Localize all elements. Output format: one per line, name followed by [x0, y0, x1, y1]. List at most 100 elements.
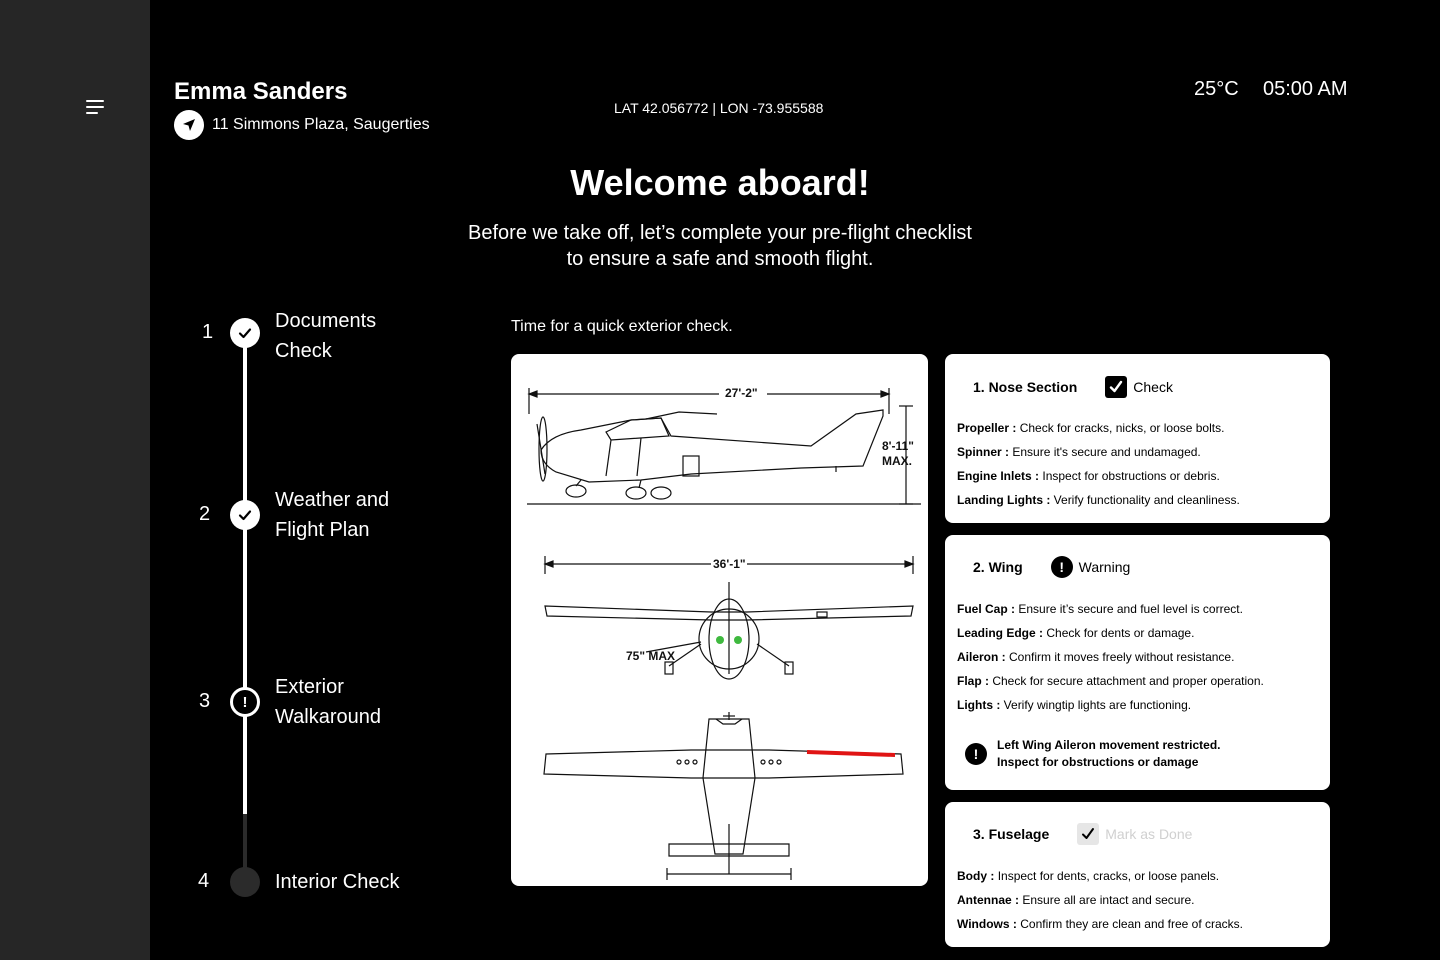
step-2-check-icon[interactable]: [230, 500, 260, 530]
status-label: Check: [1133, 379, 1173, 395]
list-item: Body : Inspect for dents, cracks, or loo…: [957, 864, 1243, 888]
item-label: Leading Edge :: [957, 626, 1044, 640]
step-number-3: 3: [199, 690, 211, 712]
wing-section-card: 2. Wing ! Warning Fuel Cap : Ensure it’s…: [945, 535, 1330, 790]
aircraft-drawing: 27'-2" 8'-11" MAX. 36'-1" 75" MAX: [527, 386, 921, 880]
time-readout: 05:00 AM: [1263, 78, 1348, 100]
item-label: Engine Inlets :: [957, 469, 1040, 483]
item-label: Propeller :: [957, 421, 1017, 435]
item-label: Lights :: [957, 698, 1001, 712]
diagram-prop-label: 75" MAX: [626, 649, 675, 663]
list-item: Engine Inlets : Inspect for obstructions…: [957, 464, 1240, 488]
nose-section-card: 1. Nose Section Check Propeller : Check …: [945, 354, 1330, 523]
item-text: Check for secure attachment and proper o…: [992, 674, 1264, 688]
temperature-readout: 25°C: [1194, 78, 1239, 100]
section-title: 3. Fuselage: [973, 826, 1050, 842]
checkbox-unchecked-icon[interactable]: [1077, 823, 1100, 845]
step-4-pending-circle[interactable]: [230, 867, 260, 897]
item-text: Check for dents or damage.: [1046, 626, 1195, 640]
item-text: Confirm they are clean and free of crack…: [1020, 917, 1244, 931]
item-text: Confirm it moves freely without resistan…: [1009, 650, 1235, 664]
nose-section-items: Propeller : Check for cracks, nicks, or …: [957, 416, 1240, 512]
item-text: Verify functionality and cleanliness.: [1053, 493, 1240, 507]
item-label: Spinner :: [957, 445, 1010, 459]
step-2-label-line-2: Flight Plan: [275, 519, 370, 541]
sidebar: [0, 0, 150, 960]
alert-warning-icon: !: [965, 743, 987, 765]
status-label: Warning: [1078, 559, 1131, 575]
step-label-weather[interactable]: Weather and Flight Plan: [275, 485, 389, 545]
list-item: Windows : Confirm they are clean and fre…: [957, 912, 1243, 936]
fuselage-section-header: 3. Fuselage Mark as Done: [973, 823, 1192, 845]
step-label-exterior[interactable]: Exterior Walkaround: [275, 672, 381, 732]
list-item: Landing Lights : Verify functionality an…: [957, 488, 1240, 512]
item-text: Inspect for obstructions or debris.: [1042, 469, 1220, 483]
list-item: Aileron : Confirm it moves freely withou…: [957, 645, 1264, 669]
section-title: 2. Wing: [973, 559, 1023, 575]
list-item: Propeller : Check for cracks, nicks, or …: [957, 416, 1240, 440]
wing-section-header: 2. Wing ! Warning: [973, 556, 1130, 578]
fuel-indicator-left: [716, 636, 724, 644]
fuselage-section-card: 3. Fuselage Mark as Done Body : Inspect …: [945, 802, 1330, 947]
step-3-warning-icon[interactable]: !: [230, 687, 260, 717]
alert-line-1: Left Wing Aileron movement restricted.: [997, 738, 1221, 752]
diagram-span-label: 36'-1": [713, 557, 746, 571]
step-label-interior[interactable]: Interior Check: [275, 867, 400, 897]
item-label: Body :: [957, 869, 995, 883]
user-name: Emma Sanders: [174, 78, 348, 105]
item-label: Windows :: [957, 917, 1017, 931]
alert-message: Left Wing Aileron movement restricted. I…: [997, 737, 1220, 771]
diagram-height-label: 8'-11": [882, 439, 914, 453]
step-2-label-line-1: Weather and: [275, 489, 390, 511]
wing-section-status[interactable]: ! Warning: [1050, 556, 1131, 578]
item-text: Ensure it’s secure and fuel level is cor…: [1018, 602, 1243, 616]
step-1-label-line-1: Documents: [275, 310, 377, 332]
fuselage-section-items: Body : Inspect for dents, cracks, or loo…: [957, 864, 1243, 936]
nose-section-header: 1. Nose Section Check: [973, 376, 1173, 398]
checkbox-checked-icon[interactable]: [1105, 376, 1128, 398]
mark-as-done-button[interactable]: Mark as Done: [1077, 823, 1192, 845]
item-text: Ensure all are intact and secure.: [1022, 893, 1195, 907]
location-row: 11 Simmons Plaza, Saugerties: [174, 110, 430, 140]
item-label: Flap :: [957, 674, 989, 688]
wing-section-items: Fuel Cap : Ensure it’s secure and fuel l…: [957, 597, 1264, 717]
status-label: Mark as Done: [1105, 826, 1193, 842]
item-text: Verify wingtip lights are functioning.: [1003, 698, 1192, 712]
item-text: Inspect for dents, cracks, or loose pane…: [997, 869, 1220, 883]
section-title: 1. Nose Section: [973, 379, 1078, 395]
list-item: Antennae : Ensure all are intact and sec…: [957, 888, 1243, 912]
step-1-label-line-2: Check: [275, 340, 332, 362]
alert-line-2: Inspect for obstructions or damage: [997, 755, 1199, 769]
welcome-title: Welcome aboard!: [570, 162, 870, 203]
welcome-subtitle-line-2: to ensure a safe and smooth flight.: [566, 248, 874, 270]
step-3-label-line-1: Exterior: [275, 676, 344, 698]
step-3-label-line-2: Walkaround: [275, 706, 381, 728]
step-1-check-icon[interactable]: [230, 318, 260, 348]
location-address: 11 Simmons Plaza, Saugerties: [212, 116, 430, 133]
list-item: Lights : Verify wingtip lights are funct…: [957, 693, 1264, 717]
exterior-check-prompt: Time for a quick exterior check.: [511, 318, 733, 335]
aileron-highlight: [806, 750, 896, 757]
item-label: Aileron :: [957, 650, 1006, 664]
item-label: Fuel Cap :: [957, 602, 1016, 616]
item-text: Check for cracks, nicks, or loose bolts.: [1019, 421, 1225, 435]
fuel-indicator-right: [734, 636, 742, 644]
navigation-arrow-icon: [174, 110, 204, 140]
list-item: Spinner : Ensure it's secure and undamag…: [957, 440, 1240, 464]
nose-section-status[interactable]: Check: [1105, 376, 1173, 398]
step-number-4: 4: [198, 870, 210, 892]
step-number-1: 1: [202, 321, 214, 343]
item-label: Antennae :: [957, 893, 1020, 907]
menu-icon[interactable]: [86, 98, 106, 116]
coordinates-readout: LAT 42.056772 | LON -73.955588: [614, 100, 824, 116]
warning-icon[interactable]: !: [1050, 556, 1073, 578]
aircraft-diagram[interactable]: 27'-2" 8'-11" MAX. 36'-1" 75" MAX: [511, 354, 928, 886]
item-text: Ensure it's secure and undamaged.: [1012, 445, 1201, 459]
welcome-subtitle: Before we take off, let’s complete your …: [150, 220, 1290, 272]
step-label-documents[interactable]: Documents Check: [275, 306, 376, 366]
list-item: Fuel Cap : Ensure it’s secure and fuel l…: [957, 597, 1264, 621]
aileron-alert: ! Left Wing Aileron movement restricted.…: [965, 737, 1220, 771]
welcome-subtitle-line-1: Before we take off, let’s complete your …: [468, 222, 972, 244]
list-item: Leading Edge : Check for dents or damage…: [957, 621, 1264, 645]
step-4-label-line-1: Interior Check: [275, 871, 400, 893]
